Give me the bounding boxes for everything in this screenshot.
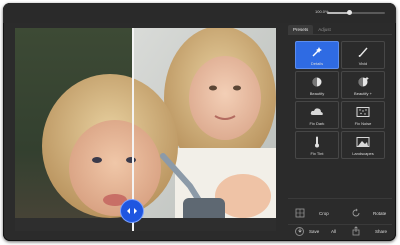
preset-label: Fix Dark <box>309 121 325 126</box>
save-label: Save <box>309 228 320 234</box>
rotate-button[interactable]: Rotate <box>351 207 386 219</box>
preset-details[interactable]: Details <box>295 41 339 69</box>
thermometer-icon <box>315 136 319 148</box>
zoom-slider[interactable] <box>327 10 385 15</box>
preset-label: Details <box>310 61 324 66</box>
crop-icon <box>295 208 305 218</box>
save-button[interactable]: Save <box>295 225 319 237</box>
editor-window: 100.0% Presets Adjust Details Vivid Beau… <box>3 3 396 241</box>
preset-fix-noise[interactable]: Fix Noise <box>341 101 385 129</box>
preset-fix-tint[interactable]: Fix Tint <box>295 131 339 159</box>
preset-beautify-plus[interactable]: Beautify + <box>341 71 385 99</box>
rotate-label: Rotate <box>373 210 387 216</box>
tab-presets[interactable]: Presets <box>288 25 314 34</box>
beautify-icon <box>312 77 322 87</box>
preset-label: Beautify <box>309 91 325 96</box>
rotate-icon <box>352 208 360 217</box>
preset-landscapes[interactable]: Landscapes <box>341 131 385 159</box>
photo-canvas[interactable] <box>15 28 276 231</box>
preset-fix-dark[interactable]: Fix Dark <box>295 101 339 129</box>
download-icon <box>295 226 304 236</box>
arrows-left-right-icon <box>127 208 137 214</box>
split-handle-button[interactable] <box>120 199 144 223</box>
top-bar: 100.0% <box>3 3 396 23</box>
photo-preview <box>15 28 276 231</box>
save-all-button[interactable]: All <box>331 225 336 237</box>
brush-icon <box>358 47 368 57</box>
cloud-icon <box>310 108 323 115</box>
noise-icon <box>356 107 370 117</box>
all-label: All <box>331 228 337 234</box>
crop-button[interactable]: Crop <box>295 207 329 219</box>
panel-divider <box>288 198 392 199</box>
preset-label: Fix Tint <box>310 151 324 156</box>
magic-wand-icon <box>312 47 322 57</box>
share-label: Share <box>375 228 388 234</box>
beautify-plus-icon <box>358 77 369 87</box>
preset-label: Beautify + <box>354 91 372 96</box>
share-button[interactable]: Share <box>351 225 387 237</box>
crop-label: Crop <box>319 210 329 216</box>
preset-label: Fix Noise <box>354 121 372 126</box>
tab-underline <box>288 34 392 35</box>
zoom-slider-fill <box>327 12 350 14</box>
preset-beautify[interactable]: Beautify <box>295 71 339 99</box>
zoom-slider-thumb[interactable] <box>347 10 353 15</box>
action-row: Save All Share <box>293 225 387 237</box>
preset-vivid[interactable]: Vivid <box>341 41 385 69</box>
tool-row: Crop Rotate <box>293 207 387 219</box>
tab-adjust[interactable]: Adjust <box>313 25 336 34</box>
preset-label: Vivid <box>358 61 368 66</box>
right-panel: Presets Adjust Details Vivid Beautify Be… <box>288 25 392 239</box>
share-icon <box>352 226 360 236</box>
preset-label: Landscapes <box>352 151 374 156</box>
landscape-icon <box>356 137 370 147</box>
